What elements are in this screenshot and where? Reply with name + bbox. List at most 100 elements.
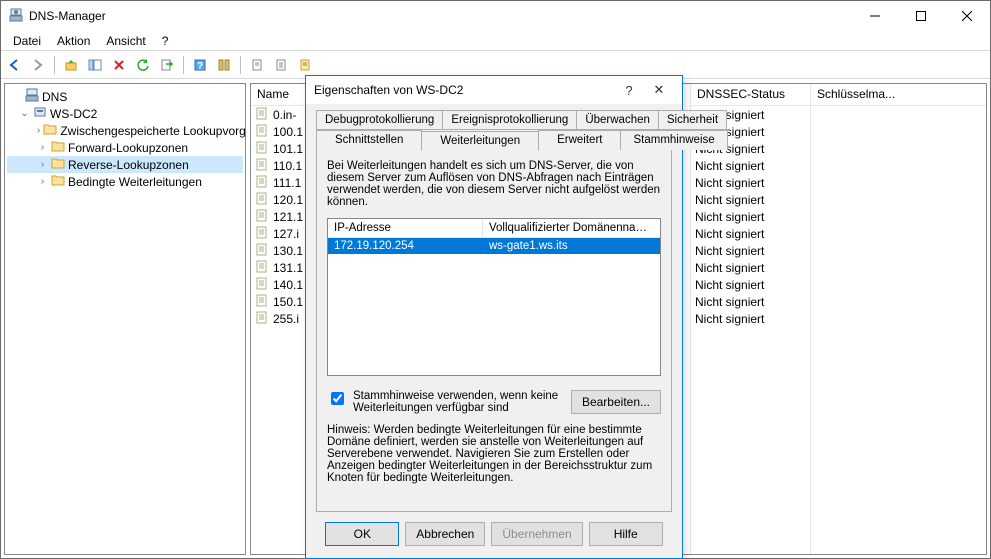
expand-icon[interactable]: ›	[37, 176, 48, 187]
menu-help[interactable]: ?	[154, 32, 177, 50]
status-cell: Nicht signiert	[691, 208, 810, 225]
zone-icon	[255, 259, 269, 276]
edit-button[interactable]: Bearbeiten...	[571, 390, 661, 414]
zone-name: 255.i	[273, 312, 299, 326]
zone-name: 150.1	[273, 295, 303, 309]
zone-icon	[255, 140, 269, 157]
expand-icon[interactable]: ›	[37, 142, 48, 153]
forwarders-description: Bei Weiterleitungen handelt es sich um D…	[327, 160, 661, 208]
app-icon	[9, 8, 23, 25]
zone-name: 111.1	[273, 176, 301, 190]
column-header-name[interactable]: Name	[251, 84, 306, 106]
dialog-help-button[interactable]: ?	[614, 83, 644, 98]
status-cell: Nicht signiert	[691, 191, 810, 208]
zone-name: 101.1	[273, 142, 303, 156]
zone-name: 0.in-	[273, 108, 296, 122]
menu-file[interactable]: Datei	[5, 32, 49, 50]
tool-button-1[interactable]	[213, 54, 235, 76]
zone-icon	[255, 208, 269, 225]
tab-event[interactable]: Ereignisprotokollierung	[442, 110, 577, 130]
zone-icon	[255, 157, 269, 174]
folder-icon	[51, 157, 65, 172]
export-button[interactable]	[156, 54, 178, 76]
use-root-hints-label[interactable]: Stammhinweise verwenden, wenn keine Weit…	[353, 390, 565, 414]
status-cell: Nicht signiert	[691, 157, 810, 174]
forwarders-list[interactable]: IP-Adresse Vollqualifizierter Domänennam…	[327, 218, 661, 376]
up-button[interactable]	[60, 54, 82, 76]
refresh-button[interactable]	[132, 54, 154, 76]
cancel-button[interactable]: Abbrechen	[405, 522, 485, 546]
status-cell: Nicht signiert	[691, 293, 810, 310]
expand-icon[interactable]: ›	[37, 125, 40, 136]
menu-action[interactable]: Aktion	[49, 32, 98, 50]
menu-bar: Datei Aktion Ansicht ?	[1, 31, 990, 51]
dns-root-icon	[25, 88, 39, 105]
minimize-button[interactable]	[852, 1, 898, 31]
tree-server-label: WS-DC2	[50, 107, 97, 121]
tree-root[interactable]: DNS	[7, 88, 243, 105]
tree-fwdzones[interactable]: › Forward-Lookupzonen	[7, 139, 243, 156]
forwarder-row[interactable]: 172.19.120.254 ws-gate1.ws.its	[328, 238, 660, 254]
use-root-hints-checkbox[interactable]	[331, 392, 344, 405]
back-button[interactable]	[3, 54, 25, 76]
column-header-dnssec[interactable]: DNSSEC-Status	[691, 84, 810, 106]
tab-advanced[interactable]: Erweitert	[538, 130, 621, 150]
status-cell: Nicht signiert	[691, 276, 810, 293]
title-bar: DNS-Manager	[1, 1, 990, 31]
tab-roothints[interactable]: Stammhinweise	[620, 130, 727, 150]
zone-icon	[255, 123, 269, 140]
forwarder-ip: 172.19.120.254	[328, 238, 483, 254]
tree-revzones[interactable]: › Reverse-Lookupzonen	[7, 156, 243, 173]
status-cell: Nicht signiert	[691, 174, 810, 191]
tree-root-label: DNS	[42, 90, 67, 104]
tree-label: Bedingte Weiterleitungen	[68, 175, 202, 189]
help-button[interactable]: ?	[189, 54, 211, 76]
status-cell: Nicht signiert	[691, 242, 810, 259]
zone-name: 127.i	[273, 227, 299, 241]
zone-name: 121.1	[273, 210, 303, 224]
close-button[interactable]	[944, 1, 990, 31]
maximize-button[interactable]	[898, 1, 944, 31]
zone-name: 100.1	[273, 125, 303, 139]
tree-cached[interactable]: › Zwischengespeicherte Lookupvorgänge	[7, 122, 243, 139]
tool-button-3[interactable]	[270, 54, 292, 76]
tree-server[interactable]: ⌄ WS-DC2	[7, 105, 243, 122]
dialog-title: Eigenschaften von WS-DC2	[314, 83, 614, 97]
window-title: DNS-Manager	[29, 9, 852, 23]
tool-button-2[interactable]	[246, 54, 268, 76]
tree-label: Zwischengespeicherte Lookupvorgänge	[60, 124, 246, 138]
tab-debug[interactable]: Debugprotokollierung	[316, 110, 443, 130]
forwarder-fqdn: ws-gate1.ws.its	[483, 238, 574, 254]
expand-icon[interactable]: ⌄	[19, 108, 30, 119]
tab-monitor[interactable]: Überwachen	[576, 110, 659, 130]
tab-interfaces[interactable]: Schnittstellen	[316, 130, 422, 150]
status-cell: Nicht signiert	[691, 225, 810, 242]
dialog-title-bar[interactable]: Eigenschaften von WS-DC2 ? ✕	[306, 76, 682, 104]
expand-icon[interactable]: ›	[37, 159, 48, 170]
zone-icon	[255, 225, 269, 242]
zone-icon	[255, 174, 269, 191]
tree-pane[interactable]: DNS ⌄ WS-DC2 › Zwischengespeicherte Look…	[4, 83, 246, 555]
column-header-ip[interactable]: IP-Adresse	[328, 219, 483, 237]
menu-view[interactable]: Ansicht	[98, 32, 153, 50]
status-cell: Nicht signiert	[691, 310, 810, 327]
tree-label: Forward-Lookupzonen	[68, 141, 188, 155]
column-header-keymaster[interactable]: Schlüsselma...	[811, 84, 986, 106]
column-header-fqdn[interactable]: Vollqualifizierter Domänenname f...	[483, 219, 660, 237]
zone-icon	[255, 293, 269, 310]
show-hide-tree-button[interactable]	[84, 54, 106, 76]
hint-text: Hinweis: Werden bedingte Weiterleitungen…	[327, 424, 661, 484]
zone-icon	[255, 310, 269, 327]
zone-icon	[255, 106, 269, 123]
delete-button[interactable]	[108, 54, 130, 76]
properties-dialog: Eigenschaften von WS-DC2 ? ✕ Debugprotok…	[305, 75, 683, 559]
tool-button-4[interactable]	[294, 54, 316, 76]
tab-forwarders[interactable]: Weiterleitungen	[421, 131, 539, 151]
tree-cond[interactable]: › Bedingte Weiterleitungen	[7, 173, 243, 190]
dialog-close-button[interactable]: ✕	[644, 82, 674, 98]
zone-name: 110.1	[273, 159, 302, 173]
help-button[interactable]: Hilfe	[589, 522, 663, 546]
forward-button[interactable]	[27, 54, 49, 76]
tab-security[interactable]: Sicherheit	[658, 110, 727, 130]
ok-button[interactable]: OK	[325, 522, 399, 546]
